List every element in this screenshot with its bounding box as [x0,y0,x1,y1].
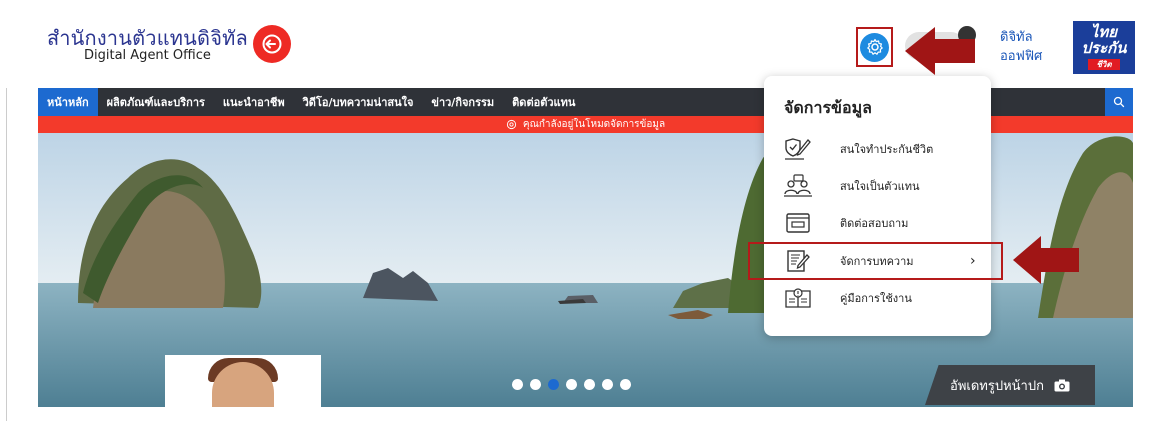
dropdown-item-label: สนใจทำประกันชีวิต [840,143,934,156]
dropdown-item-label: สนใจเป็นตัวแทน [840,180,920,193]
dropdown-item-user-manual[interactable]: คู่มือการใช้งาน [782,283,982,313]
update-cover-button[interactable]: อัพเดทรูปหน้าปก [925,365,1095,405]
nav-item-news-activities[interactable]: ข่าว/กิจกรรม [422,88,503,116]
carousel-dot-active[interactable] [548,379,559,390]
carousel-dot[interactable] [530,379,541,390]
logout-arrow-icon [262,34,282,54]
contact-form-icon [782,210,814,236]
carousel-dot[interactable] [584,379,595,390]
nav-item-products[interactable]: ผลิตภัณฑ์และบริการ [98,88,214,116]
manage-data-dropdown: จัดการข้อมูล สนใจทำประกันชีวิต สนใจเป็นต… [764,76,991,336]
nav-search-button[interactable] [1105,88,1133,116]
shield-pen-icon [782,136,814,162]
nav-item-contact-agent[interactable]: ติดต่อตัวแทน [503,88,584,116]
camera-icon [1054,379,1070,391]
dropdown-item-life-insurance-interest[interactable]: สนใจทำประกันชีวิต [782,134,982,164]
gear-icon [866,38,883,55]
edit-mode-text: คุณกำลังอยู่ในโหมดจัดการข้อมูล [522,119,666,130]
dropdown-title: จัดการข้อมูล [784,98,872,117]
annotation-highlight-box [748,242,1003,280]
nav-item-career[interactable]: แนะนำอาชีพ [214,88,294,116]
settings-button[interactable] [856,27,893,67]
annotation-arrow-left-icon [1013,236,1079,284]
carousel-dot[interactable] [620,379,631,390]
logout-button[interactable] [253,25,291,63]
settings-circle [860,32,889,62]
gear-icon [506,119,516,130]
brand-logo-line1: ไทย [1090,23,1118,41]
site-header: สำนักงานตัวแทนดิจิทัล Digital Agent Offi… [0,0,1157,88]
digital-office-link[interactable]: ดิจิทัล ออฟฟิศ [1000,28,1042,66]
nav-item-videos-articles[interactable]: วิดีโอ/บทความน่าสนใจ [294,88,423,116]
dropdown-item-label: คู่มือการใช้งาน [840,292,912,305]
digital-office-line1: ดิจิทัล [1000,30,1033,45]
manual-book-icon [782,285,814,311]
carousel-indicators [512,379,631,390]
annotation-arrow-left-icon [905,27,975,75]
brand-logo[interactable]: ไทย ประกัน ชีวิต [1073,21,1135,74]
search-icon [1113,96,1125,108]
agents-icon [782,173,814,199]
digital-office-line2: ออฟฟิศ [1000,49,1043,64]
dropdown-item-label: ติดต่อสอบถาม [840,217,909,230]
dropdown-item-agent-interest[interactable]: สนใจเป็นตัวแทน [782,171,982,201]
logo-title-english[interactable]: Digital Agent Office [84,48,211,63]
brand-logo-line3: ชีวิต [1088,59,1120,70]
dropdown-item-contact-inquiry[interactable]: ติดต่อสอบถาม [782,208,982,238]
nav-item-home[interactable]: หน้าหลัก [38,88,98,116]
brand-logo-line2: ประกัน [1081,39,1127,57]
carousel-dot[interactable] [566,379,577,390]
carousel-dot[interactable] [602,379,613,390]
update-cover-label: อัพเดทรูปหน้าปก [950,378,1044,394]
carousel-dot[interactable] [512,379,523,390]
